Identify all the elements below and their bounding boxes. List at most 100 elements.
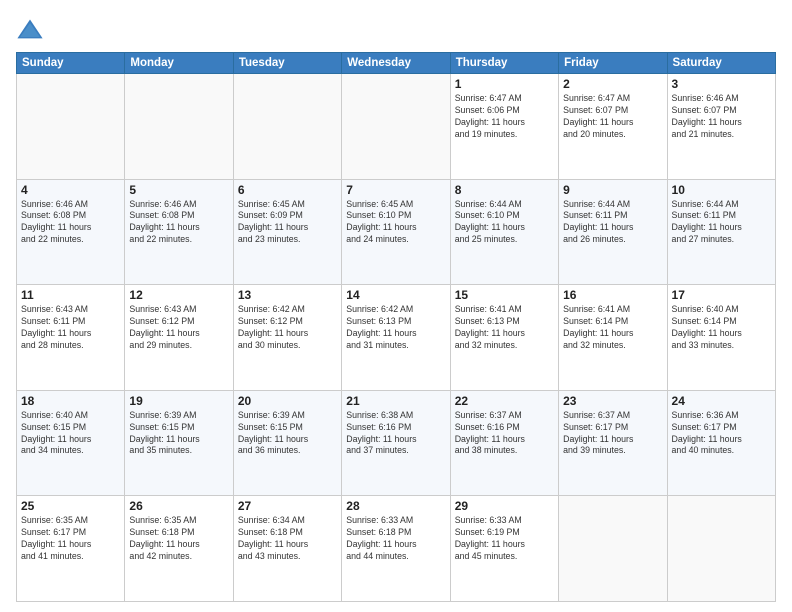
day-info: Sunrise: 6:33 AM Sunset: 6:19 PM Dayligh…	[455, 515, 554, 563]
calendar-cell	[342, 74, 450, 180]
calendar-cell: 16Sunrise: 6:41 AM Sunset: 6:14 PM Dayli…	[559, 285, 667, 391]
day-number: 1	[455, 77, 554, 91]
calendar-cell	[125, 74, 233, 180]
calendar-cell	[667, 496, 775, 602]
day-info: Sunrise: 6:47 AM Sunset: 6:07 PM Dayligh…	[563, 93, 662, 141]
week-row-2: 4 Sunrise: 6:46 AM Sunset: 6:08 PM Daylig…	[17, 179, 776, 285]
calendar-cell: 7 Sunrise: 6:45 AM Sunset: 6:10 PM Daylig…	[342, 179, 450, 285]
week-row-1: 1 Sunrise: 6:47 AM Sunset: 6:06 PM Daylig…	[17, 74, 776, 180]
day-number: 24	[672, 394, 771, 408]
day-number: 15	[455, 288, 554, 302]
calendar-cell: 17 Sunrise: 6:40 AM Sunset: 6:14 PM Dayli…	[667, 285, 775, 391]
day-info: Sunrise: 6:45 AM Sunset: 6:10 PM Dayligh…	[346, 199, 445, 247]
day-number: 10	[672, 183, 771, 197]
day-number: 13	[238, 288, 337, 302]
day-info: Sunrise: 6:33 AM Sunset: 6:18 PM Dayligh…	[346, 515, 445, 563]
day-number: 9	[563, 183, 662, 197]
day-info: Sunrise: 6:46 AM Sunset: 6:07 PM Dayligh…	[672, 93, 771, 141]
day-number: 25	[21, 499, 120, 513]
calendar-cell: 13Sunrise: 6:42 AM Sunset: 6:12 PM Dayli…	[233, 285, 341, 391]
day-number: 26	[129, 499, 228, 513]
day-number: 5	[129, 183, 228, 197]
day-number: 3	[672, 77, 771, 91]
day-number: 29	[455, 499, 554, 513]
day-info: Sunrise: 6:38 AM Sunset: 6:16 PM Dayligh…	[346, 410, 445, 458]
header	[16, 12, 776, 44]
calendar-cell: 2 Sunrise: 6:47 AM Sunset: 6:07 PM Daylig…	[559, 74, 667, 180]
day-info: Sunrise: 6:47 AM Sunset: 6:06 PM Dayligh…	[455, 93, 554, 141]
calendar-cell: 21 Sunrise: 6:38 AM Sunset: 6:16 PM Dayli…	[342, 390, 450, 496]
day-of-week-sunday: Sunday	[17, 53, 125, 74]
day-number: 27	[238, 499, 337, 513]
day-info: Sunrise: 6:45 AM Sunset: 6:09 PM Dayligh…	[238, 199, 337, 247]
day-info: Sunrise: 6:46 AM Sunset: 6:08 PM Dayligh…	[129, 199, 228, 247]
day-info: Sunrise: 6:39 AM Sunset: 6:15 PM Dayligh…	[238, 410, 337, 458]
day-info: Sunrise: 6:35 AM Sunset: 6:18 PM Dayligh…	[129, 515, 228, 563]
calendar-cell: 1 Sunrise: 6:47 AM Sunset: 6:06 PM Daylig…	[450, 74, 558, 180]
calendar-table: SundayMondayTuesdayWednesdayThursdayFrid…	[16, 52, 776, 602]
day-info: Sunrise: 6:43 AM Sunset: 6:12 PM Dayligh…	[129, 304, 228, 352]
day-info: Sunrise: 6:44 AM Sunset: 6:11 PM Dayligh…	[563, 199, 662, 247]
day-number: 4	[21, 183, 120, 197]
day-number: 14	[346, 288, 445, 302]
day-info: Sunrise: 6:44 AM Sunset: 6:10 PM Dayligh…	[455, 199, 554, 247]
calendar-cell: 23Sunrise: 6:37 AM Sunset: 6:17 PM Dayli…	[559, 390, 667, 496]
logo	[16, 16, 48, 44]
calendar-cell: 29 Sunrise: 6:33 AM Sunset: 6:19 PM Dayli…	[450, 496, 558, 602]
day-of-week-friday: Friday	[559, 53, 667, 74]
day-number: 20	[238, 394, 337, 408]
calendar-cell: 11 Sunrise: 6:43 AM Sunset: 6:11 PM Dayli…	[17, 285, 125, 391]
calendar-cell	[17, 74, 125, 180]
day-number: 2	[563, 77, 662, 91]
calendar-cell: 25 Sunrise: 6:35 AM Sunset: 6:17 PM Dayli…	[17, 496, 125, 602]
calendar-cell: 14 Sunrise: 6:42 AM Sunset: 6:13 PM Dayli…	[342, 285, 450, 391]
day-number: 23	[563, 394, 662, 408]
week-row-5: 25 Sunrise: 6:35 AM Sunset: 6:17 PM Dayli…	[17, 496, 776, 602]
calendar-cell	[233, 74, 341, 180]
day-info: Sunrise: 6:41 AM Sunset: 6:13 PM Dayligh…	[455, 304, 554, 352]
calendar-cell: 4 Sunrise: 6:46 AM Sunset: 6:08 PM Daylig…	[17, 179, 125, 285]
day-of-week-thursday: Thursday	[450, 53, 558, 74]
day-info: Sunrise: 6:34 AM Sunset: 6:18 PM Dayligh…	[238, 515, 337, 563]
calendar-cell: 9 Sunrise: 6:44 AM Sunset: 6:11 PM Daylig…	[559, 179, 667, 285]
calendar-cell: 22 Sunrise: 6:37 AM Sunset: 6:16 PM Dayli…	[450, 390, 558, 496]
day-of-week-monday: Monday	[125, 53, 233, 74]
calendar-cell: 24 Sunrise: 6:36 AM Sunset: 6:17 PM Dayli…	[667, 390, 775, 496]
header-row: SundayMondayTuesdayWednesdayThursdayFrid…	[17, 53, 776, 74]
logo-icon	[16, 16, 44, 44]
day-of-week-wednesday: Wednesday	[342, 53, 450, 74]
calendar-cell: 12Sunrise: 6:43 AM Sunset: 6:12 PM Dayli…	[125, 285, 233, 391]
week-row-4: 18Sunrise: 6:40 AM Sunset: 6:15 PM Dayli…	[17, 390, 776, 496]
calendar-cell: 20 Sunrise: 6:39 AM Sunset: 6:15 PM Dayli…	[233, 390, 341, 496]
day-number: 7	[346, 183, 445, 197]
day-info: Sunrise: 6:39 AM Sunset: 6:15 PM Dayligh…	[129, 410, 228, 458]
day-number: 28	[346, 499, 445, 513]
day-info: Sunrise: 6:36 AM Sunset: 6:17 PM Dayligh…	[672, 410, 771, 458]
day-number: 22	[455, 394, 554, 408]
day-number: 21	[346, 394, 445, 408]
day-info: Sunrise: 6:42 AM Sunset: 6:13 PM Dayligh…	[346, 304, 445, 352]
calendar-cell: 18Sunrise: 6:40 AM Sunset: 6:15 PM Dayli…	[17, 390, 125, 496]
week-row-3: 11 Sunrise: 6:43 AM Sunset: 6:11 PM Dayli…	[17, 285, 776, 391]
day-info: Sunrise: 6:44 AM Sunset: 6:11 PM Dayligh…	[672, 199, 771, 247]
calendar-cell: 28 Sunrise: 6:33 AM Sunset: 6:18 PM Dayli…	[342, 496, 450, 602]
day-info: Sunrise: 6:46 AM Sunset: 6:08 PM Dayligh…	[21, 199, 120, 247]
calendar-cell: 5 Sunrise: 6:46 AM Sunset: 6:08 PM Daylig…	[125, 179, 233, 285]
day-info: Sunrise: 6:43 AM Sunset: 6:11 PM Dayligh…	[21, 304, 120, 352]
day-number: 11	[21, 288, 120, 302]
day-info: Sunrise: 6:40 AM Sunset: 6:15 PM Dayligh…	[21, 410, 120, 458]
day-info: Sunrise: 6:40 AM Sunset: 6:14 PM Dayligh…	[672, 304, 771, 352]
day-info: Sunrise: 6:37 AM Sunset: 6:16 PM Dayligh…	[455, 410, 554, 458]
day-of-week-tuesday: Tuesday	[233, 53, 341, 74]
day-info: Sunrise: 6:35 AM Sunset: 6:17 PM Dayligh…	[21, 515, 120, 563]
day-info: Sunrise: 6:41 AM Sunset: 6:14 PM Dayligh…	[563, 304, 662, 352]
day-number: 17	[672, 288, 771, 302]
calendar-cell	[559, 496, 667, 602]
calendar-cell: 10 Sunrise: 6:44 AM Sunset: 6:11 PM Dayli…	[667, 179, 775, 285]
day-number: 8	[455, 183, 554, 197]
calendar-cell: 8 Sunrise: 6:44 AM Sunset: 6:10 PM Daylig…	[450, 179, 558, 285]
calendar-cell: 6 Sunrise: 6:45 AM Sunset: 6:09 PM Daylig…	[233, 179, 341, 285]
day-of-week-saturday: Saturday	[667, 53, 775, 74]
day-number: 6	[238, 183, 337, 197]
calendar-cell: 26 Sunrise: 6:35 AM Sunset: 6:18 PM Dayli…	[125, 496, 233, 602]
